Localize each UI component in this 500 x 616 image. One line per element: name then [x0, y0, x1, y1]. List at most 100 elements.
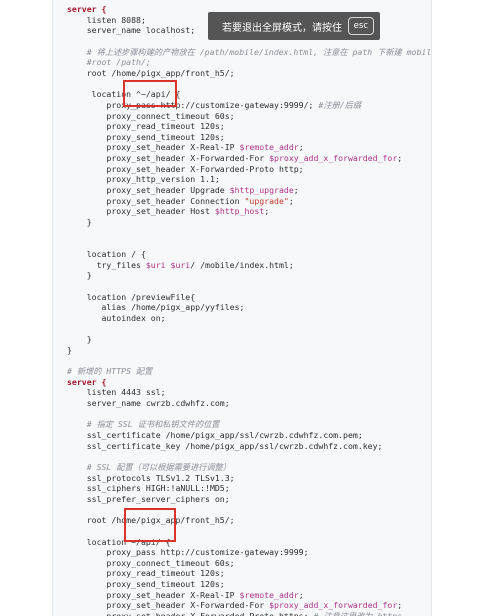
code-line: # SSL 配置（可以根据需要进行调整） — [67, 462, 231, 472]
code-line: proxy_set_header X-Real-IP $remote_addr; — [67, 142, 304, 153]
code-line: location / { — [67, 249, 146, 259]
code-line: ssl_certificate /home/pigx_app/ssl/cwrzb… — [67, 430, 363, 440]
code-line: proxy_http_version 1.1; — [67, 174, 220, 185]
code-token: # 将上述步骤构建的产物放在 /path/mobile/index.html, … — [67, 46, 432, 57]
code-token: #注册/后缀 — [318, 99, 362, 110]
code-token: autoindex on; — [67, 312, 166, 323]
code-line: proxy_set_header Connection "upgrade"; — [67, 195, 294, 206]
code-line: root /home/pigx_app/front_h5/; — [67, 68, 235, 78]
code-line: proxy_set_header X-Forwarded-Proto http; — [67, 163, 304, 174]
code-line: proxy_send_timeout 120s; — [67, 579, 225, 590]
fullscreen-hint-text: 若要退出全屏模式，请按住 — [222, 22, 342, 34]
code-line: proxy_pass http://customize-gateway:9999… — [67, 100, 361, 110]
code-token: proxy_send_timeout 120s; — [67, 579, 225, 590]
code-line: proxy_set_header X-Real-IP $remote_addr; — [67, 589, 303, 600]
code-token: # 新增的 HTTPS 配置 — [67, 366, 153, 377]
code-token: proxy_set_header Host — [67, 206, 215, 217]
code-line: server { — [67, 4, 106, 14]
code-line: listen 4443 ssl; — [67, 387, 166, 397]
code-token: location / { — [67, 248, 146, 259]
highlight-box-api-location-http — [123, 80, 177, 107]
code-line: proxy_set_header Upgrade $http_upgrade; — [67, 185, 299, 196]
code-token: } — [67, 344, 72, 355]
code-line: ssl_prefer_server_ciphers on; — [67, 494, 230, 504]
code-block: proxy_http_version 1.1; proxy_set_header… — [52, 0, 432, 616]
code-token: proxy_pass http://customize-gateway:9999… — [67, 547, 309, 558]
code-token: $http_host — [214, 206, 265, 217]
code-line: proxy_pass http://customize-gateway:9999… — [67, 547, 309, 558]
code-token: proxy_connect_timeout 60s; — [67, 557, 235, 568]
code-line: # 指定 SSL 证书和私钥文件的位置 — [67, 419, 220, 430]
code-token: "upgrade" — [244, 195, 289, 206]
code-token: # SSL 配置（可以根据需要进行调整） — [67, 461, 231, 472]
code-token: ; — [288, 195, 294, 206]
code-token: $remote_addr — [239, 142, 299, 153]
code-token: proxy_set_header X-Real-IP — [67, 142, 240, 153]
code-line: proxy_set_header Host $http_host; — [67, 206, 269, 216]
code-token: / /mobile/index.html; — [190, 259, 294, 270]
code-line: } — [67, 270, 92, 280]
code-line: } — [67, 345, 72, 355]
code-token: ssl_prefer_server_ciphers on; — [67, 493, 230, 504]
code-line: proxy_set_header X-Forwarded-For $proxy_… — [67, 600, 402, 610]
code-token: proxy_set_header Upgrade — [67, 185, 230, 196]
code-token: try_files — [67, 259, 146, 270]
code-token: server_name localhost; — [67, 25, 196, 36]
code-token: $uri $uri — [145, 259, 191, 270]
code-token: server { — [67, 4, 107, 14]
code-token: proxy_read_timeout 120s; — [67, 121, 225, 132]
code-token: proxy_connect_timeout 60s; — [67, 110, 235, 121]
code-token: proxy_set_header X-Forwarded-For — [67, 153, 270, 164]
code-token: # 指定 SSL 证书和私钥文件的位置 — [67, 419, 220, 430]
fullscreen-exit-hint: 若要退出全屏模式，请按住 esc — [208, 12, 380, 40]
code-token: ; — [264, 206, 270, 217]
code-line: location /previewFile{ — [67, 292, 195, 302]
highlight-box-api-location-https — [124, 508, 176, 542]
code-token: listen 4443 ssl; — [67, 387, 166, 398]
esc-key-button[interactable]: esc — [347, 17, 374, 35]
code-token: ssl_certificate_key /home/pigx_app/ssl/c… — [67, 440, 383, 451]
code-token: $remote_addr — [239, 589, 299, 600]
code-line: ssl_ciphers HIGH:!aNULL:!MD5; — [67, 483, 230, 493]
code-line: } — [67, 334, 92, 344]
code-token: ; — [293, 185, 299, 196]
code-token: $http_upgrade — [229, 185, 294, 196]
code-line: listen 8088; — [67, 15, 146, 25]
code-line: proxy_set_header X-Forwarded-For $proxy_… — [67, 153, 402, 163]
code-line: try_files $uri $uri/ /mobile/index.html; — [67, 260, 294, 270]
code-token: # 注意这里改为 https — [313, 611, 402, 616]
code-line: #root /path/; — [67, 57, 151, 67]
code-line: proxy_connect_timeout 60s; — [67, 557, 235, 568]
code-line: proxy_set_header X-Forwarded-Proto https… — [67, 611, 402, 616]
code-token: $proxy_add_x_forwarded_for — [269, 600, 398, 611]
code-token: #root /path/; — [67, 57, 151, 68]
code-token: proxy_set_header X-Forwarded-Proto http; — [67, 163, 304, 174]
code-token: ; — [298, 142, 304, 153]
code-line: # 将上述步骤构建的产物放在 /path/mobile/index.html, … — [67, 46, 432, 57]
code-token: alias /home/pigx_app/yyfiles; — [67, 302, 245, 313]
code-line: ssl_protocols TLSv1.2 TLSv1.3; — [67, 473, 235, 483]
code-line: proxy_read_timeout 120s; — [67, 568, 225, 579]
code-line: server_name localhost; — [67, 25, 195, 35]
code-token: } — [67, 217, 92, 227]
code-token: $proxy_add_x_forwarded_for — [269, 153, 398, 164]
code-line: server { — [67, 377, 106, 387]
code-token: ssl_certificate /home/pigx_app/ssl/cwrzb… — [67, 430, 363, 440]
code-token: root /home/pigx_app/front_h5/; — [67, 67, 235, 78]
code-line: autoindex on; — [67, 313, 166, 323]
code-token: ; — [397, 153, 403, 164]
code-token: proxy_pass http://customize-gateway:9999… — [67, 99, 319, 110]
code-token: proxy_set_header X-Real-IP — [67, 589, 240, 600]
code-token: ssl_ciphers HIGH:!aNULL:!MD5; — [67, 483, 230, 494]
code-token: proxy_http_version 1.1; — [67, 174, 220, 185]
code-token: proxy_set_header X-Forwarded-For — [67, 600, 270, 611]
code-line: proxy_connect_timeout 60s; — [67, 110, 235, 121]
code-token: server { — [67, 376, 107, 387]
code-token: proxy_send_timeout 120s; — [67, 131, 225, 142]
code-token: listen 8088; — [67, 14, 146, 25]
code-token: proxy_read_timeout 120s; — [67, 568, 225, 579]
code-token: ssl_protocols TLSv1.2 TLSv1.3; — [67, 472, 235, 483]
code-token: proxy_set_header Connection — [67, 195, 245, 206]
code-token: } — [67, 270, 92, 281]
code-line: alias /home/pigx_app/yyfiles; — [67, 302, 245, 313]
